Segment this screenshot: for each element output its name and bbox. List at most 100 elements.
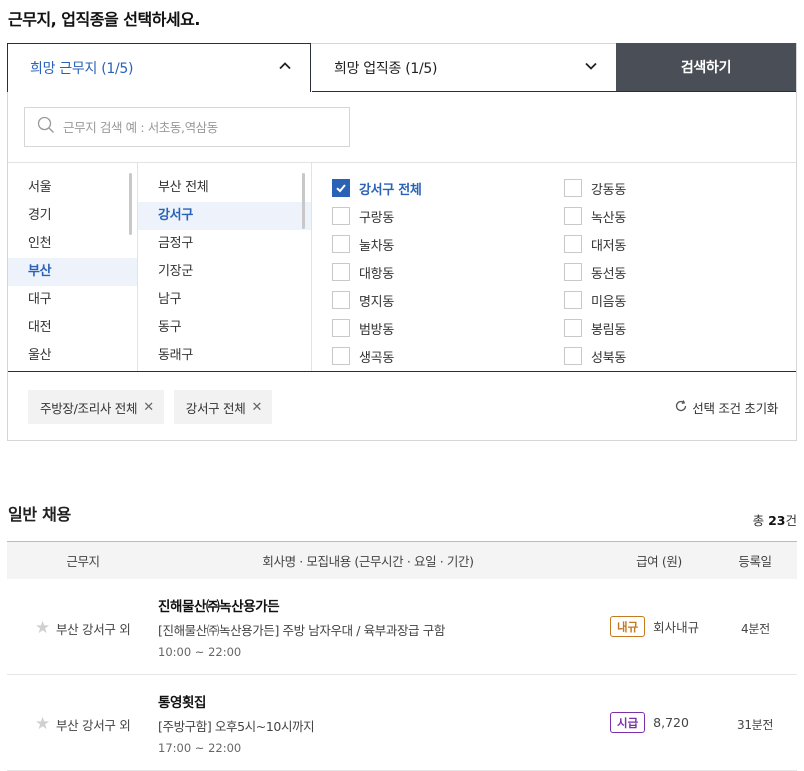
header-pay: 급여 (원) [636,554,682,569]
neighborhood-label: 대저동 [591,238,626,254]
chevron-down-icon [584,59,598,77]
region-item[interactable]: 울산 [8,342,137,370]
region-item[interactable]: 경기 [8,202,137,230]
district-scrollbar[interactable] [302,173,305,229]
table-row: ★ 부산 강서구 외 진해물산㈜녹산용가든 [진해물산㈜녹산용가든] 주방 남자… [7,580,797,675]
district-item[interactable]: 남구 [138,286,311,314]
district-item[interactable]: 강서구 [138,202,311,230]
checkbox-icon [564,207,582,225]
neighborhood-column-right: 강동동 녹산동 대저동 동선동 미음동 봉림동 성북동 [564,174,626,370]
total-count: 총 23건 [753,510,797,529]
table-header: 근무지 회사명 · 모집내용 (근무시간 · 요일 · 기간) 급여 (원) 등… [7,541,797,579]
neighborhood-checkbox[interactable]: 대항동 [332,258,422,286]
neighborhood-label: 성북동 [591,350,626,366]
tab-divider [312,91,796,92]
region-item[interactable]: 인천 [8,230,137,258]
checkbox-checked-icon [332,179,350,197]
district-item[interactable]: 금정구 [138,230,311,258]
close-icon[interactable]: ✕ [251,400,262,415]
area-search-input[interactable] [63,119,343,135]
chip-label: 주방장/조리사 전체 [40,400,138,416]
page-title: 근무지, 업직종을 선택하세요. [8,10,200,29]
region-item[interactable]: 대구 [8,286,137,314]
neighborhood-label: 생곡동 [359,350,394,366]
pay-type-badge: 시급 [610,712,646,733]
neighborhood-checkbox[interactable]: 강서구 전체 [332,174,422,202]
checkbox-icon [564,319,582,337]
district-item[interactable]: 동래구 [138,342,311,370]
checkbox-icon [564,263,582,281]
tab-job-label: 희망 업직종 (1/5) [334,60,438,77]
neighborhood-checkbox[interactable]: 강동동 [564,174,626,202]
neighborhood-label: 강동동 [591,182,626,198]
district-item[interactable]: 기장군 [138,258,311,286]
company-name[interactable]: 통영횟집 [158,691,206,711]
tab-area[interactable]: 희망 근무지 (1/5) [7,43,311,92]
pay: 시급 8,720 [610,712,689,733]
neighborhood-checkbox[interactable]: 눌차동 [332,230,422,258]
total-suffix: 건 [785,513,797,528]
neighborhood-label: 봉림동 [591,322,626,338]
company-name[interactable]: 진해물산㈜녹산용가든 [158,595,280,615]
reset-label: 선택 조건 초기화 [692,401,778,416]
checkbox-icon [332,291,350,309]
neighborhood-label: 구랑동 [359,210,394,226]
filter-panel: 희망 근무지 (1/5) 희망 업직종 (1/5) 검색하기 서울 경기 인천 … [7,43,797,441]
neighborhood-label: 강서구 전체 [359,182,422,198]
checkbox-icon [332,207,350,225]
refresh-icon [674,399,688,416]
pay-value: 8,720 [653,715,689,730]
neighborhood-checkbox[interactable]: 봉림동 [564,314,626,342]
tab-job[interactable]: 희망 업직종 (1/5) [312,44,616,92]
header-posted: 등록일 [738,554,772,569]
selected-chip: 강서구 전체 ✕ [173,390,273,424]
close-icon[interactable]: ✕ [143,400,154,415]
tab-area-label: 희망 근무지 (1/5) [30,61,134,77]
job-description[interactable]: [주방구함] 오후5시~10시까지 [158,716,315,735]
table-row: ★ 부산 강서구 외 통영횟집 [주방구함] 오후5시~10시까지 17:00 … [7,676,797,771]
header-area: 근무지 [66,554,100,569]
region-scrollbar[interactable] [129,173,132,235]
area-text: 부산 강서구 외 [55,621,131,637]
pay-type-badge: 내규 [610,616,646,637]
star-icon[interactable]: ★ [35,714,50,734]
search-button[interactable]: 검색하기 [616,43,796,91]
region-item[interactable]: 서울 [8,174,137,202]
work-time: 17:00 ~ 22:00 [158,741,242,755]
reset-button[interactable]: 선택 조건 초기화 [674,398,778,417]
neighborhood-label: 녹산동 [591,210,626,226]
neighborhood-checkbox[interactable]: 녹산동 [564,202,626,230]
neighborhood-checkbox[interactable]: 범방동 [332,314,422,342]
neighborhood-checkbox[interactable]: 명지동 [332,286,422,314]
neighborhood-checkbox[interactable]: 미음동 [564,286,626,314]
neighborhood-column-left: 강서구 전체 구랑동 눌차동 대항동 명지동 범방동 생곡동 [332,174,422,370]
job-description[interactable]: [진해물산㈜녹산용가든] 주방 남자우대 / 육부과장급 구함 [158,620,445,639]
star-icon[interactable]: ★ [35,618,50,638]
checkbox-icon [332,347,350,365]
district-item[interactable]: 동구 [138,314,311,342]
region-item[interactable]: 대전 [8,314,137,342]
region-item[interactable]: 부산 [8,258,137,286]
checkbox-icon [332,263,350,281]
neighborhood-checkbox[interactable]: 대저동 [564,230,626,258]
posted-time: 31분전 [737,718,774,732]
neighborhood-checkbox[interactable]: 성북동 [564,342,626,370]
neighborhood-checkbox[interactable]: 구랑동 [332,202,422,230]
neighborhood-label: 범방동 [359,322,394,338]
area-text: 부산 강서구 외 [55,717,131,733]
region-list: 서울 경기 인천 부산 대구 대전 울산 [8,163,138,371]
neighborhood-checkbox[interactable]: 동선동 [564,258,626,286]
header-company: 회사명 · 모집내용 (근무시간 · 요일 · 기간) [262,554,474,569]
district-item[interactable]: 부산 전체 [138,174,311,202]
row-area: ★ 부산 강서구 외 [35,618,131,638]
search-icon [37,116,55,138]
total-prefix: 총 [752,513,769,528]
neighborhood-checkbox[interactable]: 생곡동 [332,342,422,370]
checkbox-icon [332,235,350,253]
selected-chip: 주방장/조리사 전체 ✕ [28,390,164,424]
posted-time: 4분전 [741,622,770,636]
district-list: 부산 전체 강서구 금정구 기장군 남구 동구 동래구 [138,163,312,371]
neighborhood-label: 눌차동 [359,238,394,254]
chip-label: 강서구 전체 [185,400,246,416]
neighborhood-label: 미음동 [591,294,626,310]
